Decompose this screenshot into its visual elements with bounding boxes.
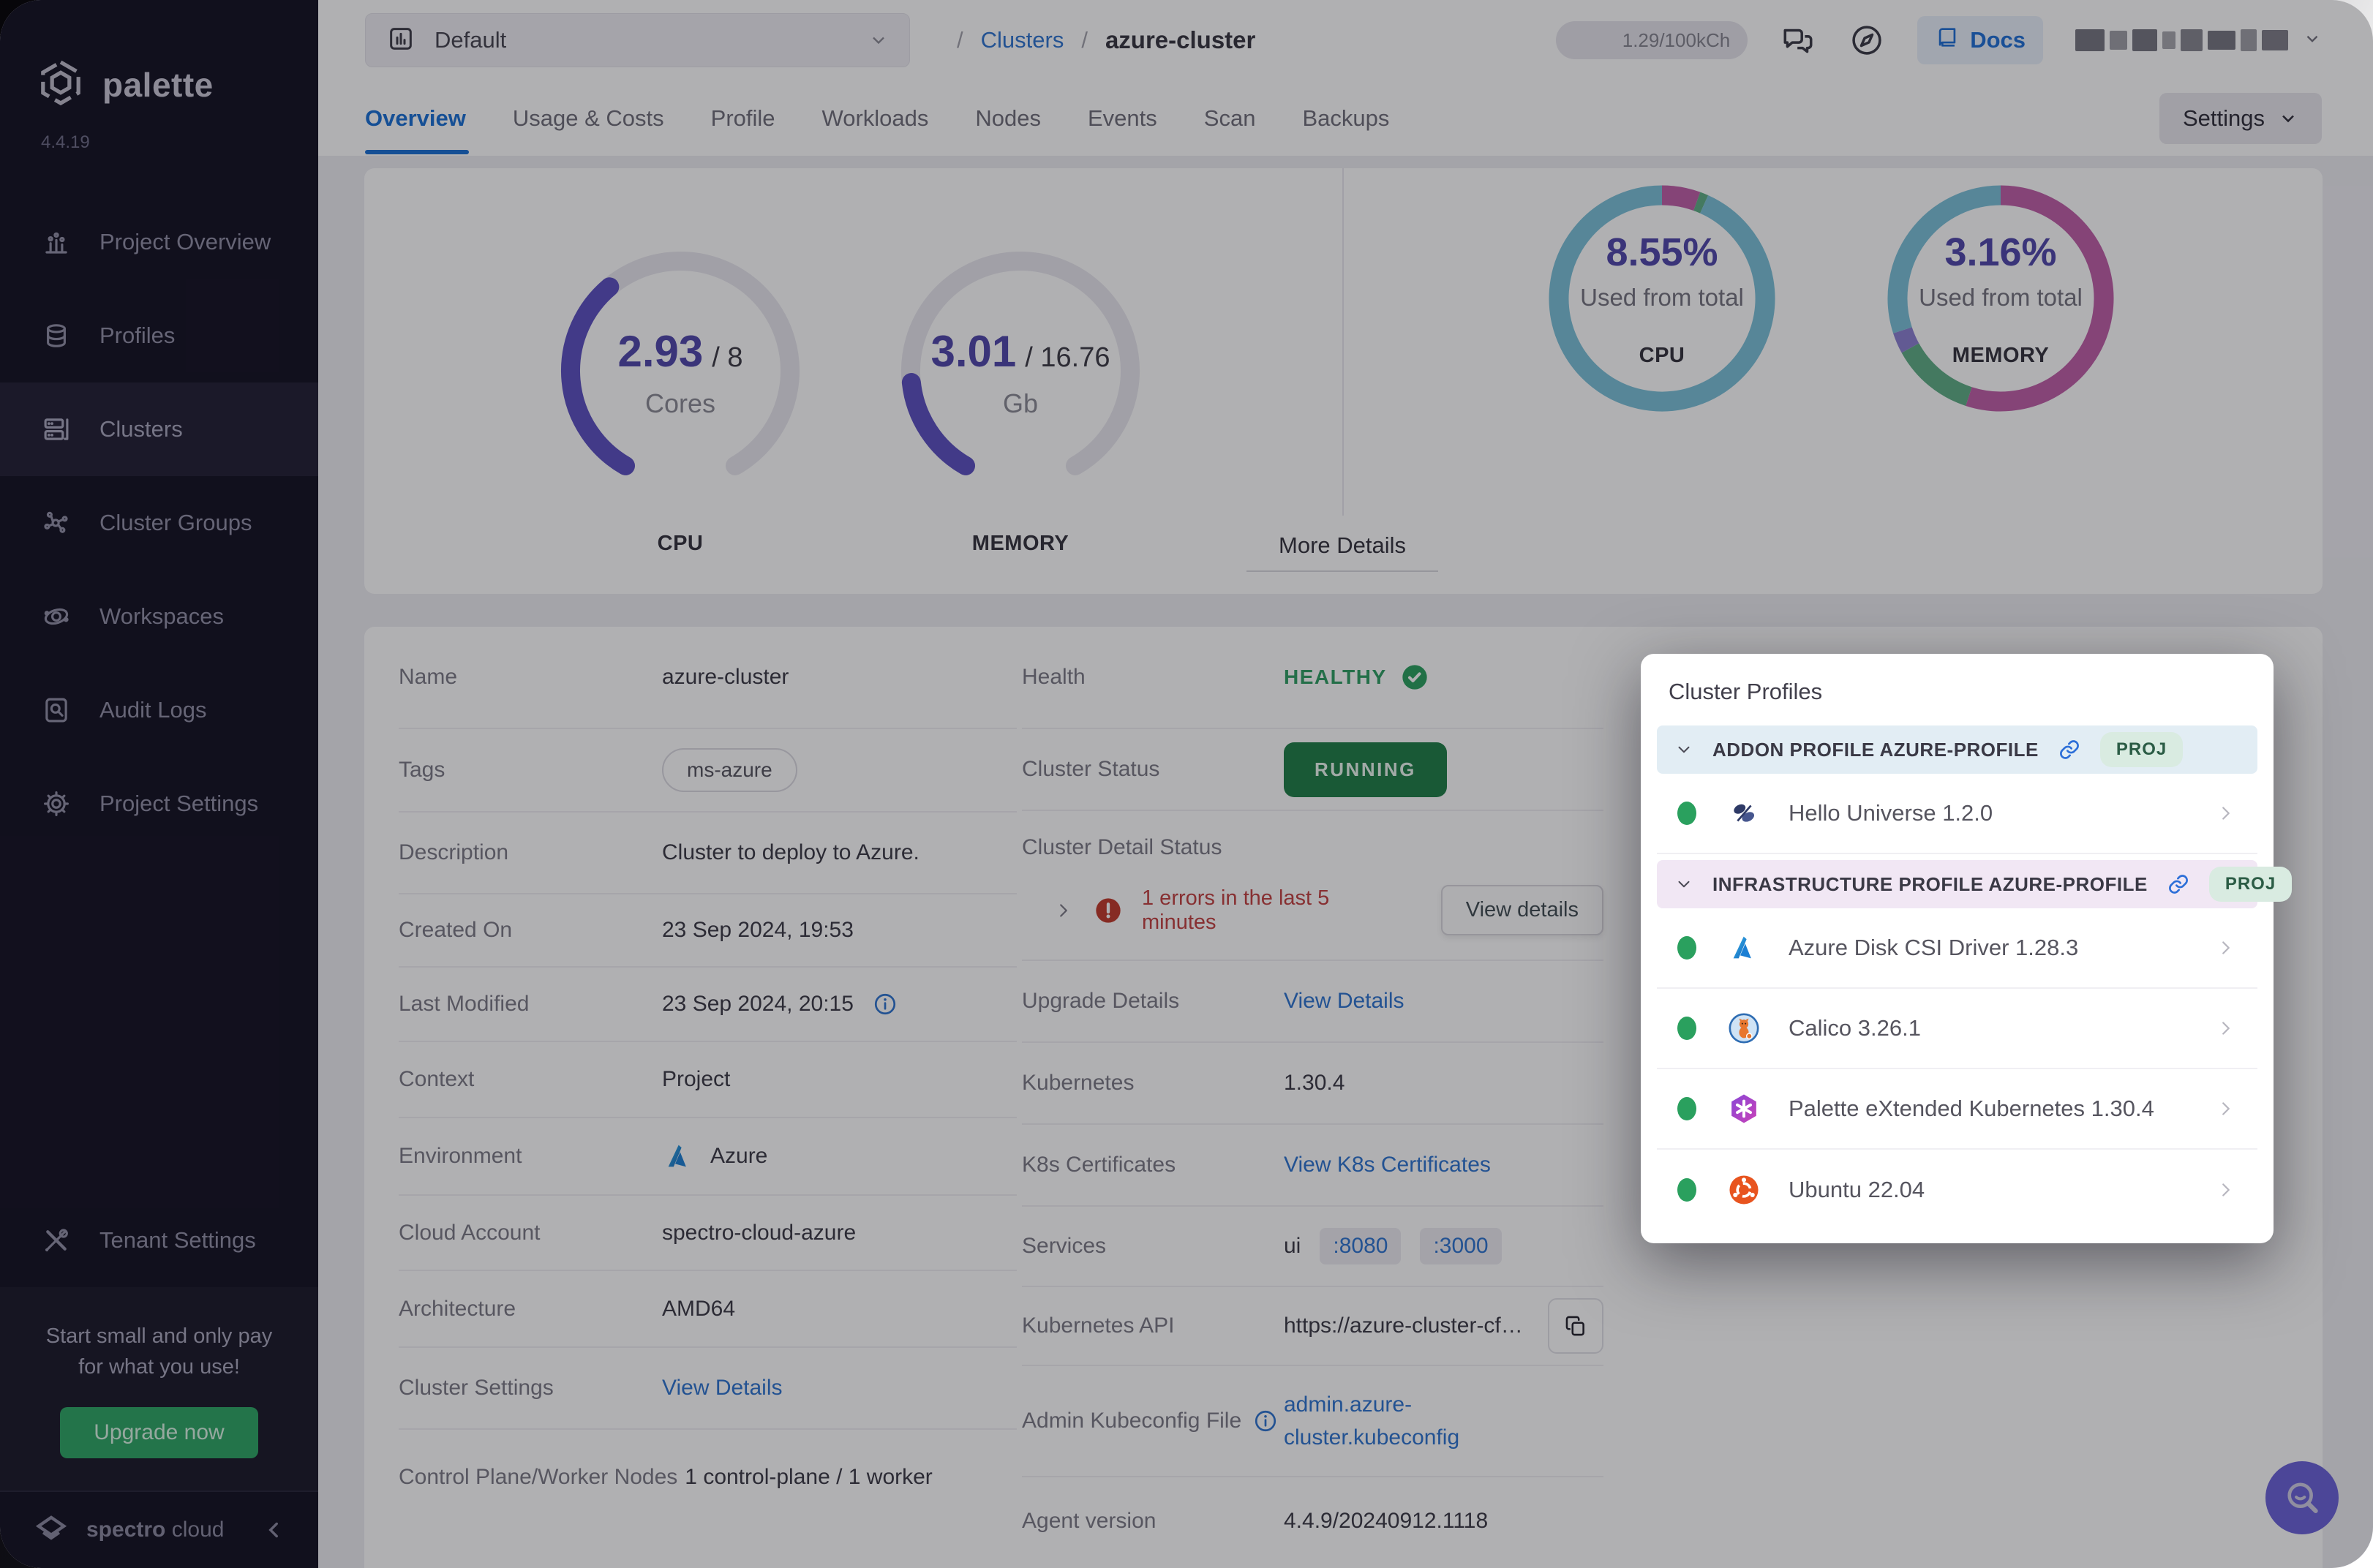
scope-badge: PROJ: [2100, 732, 2183, 767]
status-dot: [1677, 802, 1696, 825]
chevron-down-icon: [1674, 740, 1693, 759]
status-dot: [1677, 1178, 1696, 1202]
link-icon[interactable]: [2058, 738, 2081, 761]
profile-layer-palette-extended-kubernetes-1-30-4[interactable]: Palette eXtended Kubernetes 1.30.4: [1657, 1069, 2257, 1150]
profile-section-title: INFRASTRUCTURE PROFILE AZURE-PROFILE: [1712, 873, 2148, 896]
status-dot: [1677, 936, 1696, 960]
chevron-right-icon: [2215, 1098, 2237, 1120]
chevron-right-icon: [2215, 1179, 2237, 1201]
ubuntu-logo-icon: [1727, 1173, 1761, 1207]
status-dot: [1677, 1097, 1696, 1120]
profile-layer-name: Palette eXtended Kubernetes 1.30.4: [1789, 1096, 2154, 1122]
profile-layer-name: Calico 3.26.1: [1789, 1015, 1921, 1041]
status-dot: [1677, 1017, 1696, 1040]
profile-section-header-infra[interactable]: INFRASTRUCTURE PROFILE AZURE-PROFILE PRO…: [1657, 860, 2257, 908]
app-window: palette 4.4.19 Project OverviewProfilesC…: [0, 0, 2373, 1568]
hello-universe-logo-icon: [1727, 796, 1761, 830]
profile-section-addon: ADDON PROFILE AZURE-PROFILE PROJ Hello U…: [1657, 725, 2257, 854]
profile-section-title: ADDON PROFILE AZURE-PROFILE: [1712, 739, 2039, 761]
profile-layer-name: Hello Universe 1.2.0: [1789, 800, 1993, 826]
calico-logo-icon: [1727, 1011, 1761, 1045]
profile-layer-hello-universe-1-2-0[interactable]: Hello Universe 1.2.0: [1657, 774, 2257, 854]
chevron-right-icon: [2215, 1017, 2237, 1039]
pxk-logo-icon: [1727, 1092, 1761, 1126]
chevron-down-icon: [1674, 875, 1693, 894]
scope-badge: PROJ: [2209, 867, 2292, 902]
panel-title: Cluster Profiles: [1669, 679, 2257, 705]
azure-logo-icon: [1727, 931, 1761, 965]
chevron-right-icon: [2215, 937, 2237, 959]
profile-layer-name: Ubuntu 22.04: [1789, 1177, 1925, 1203]
profile-layer-azure-disk-csi-driver-1-28-3[interactable]: Azure Disk CSI Driver 1.28.3: [1657, 908, 2257, 989]
profile-layer-calico-3-26-1[interactable]: Calico 3.26.1: [1657, 989, 2257, 1069]
chevron-right-icon: [2215, 802, 2237, 824]
profile-layer-name: Azure Disk CSI Driver 1.28.3: [1789, 935, 2078, 961]
profile-section-infra: INFRASTRUCTURE PROFILE AZURE-PROFILE PRO…: [1657, 860, 2257, 1230]
link-icon[interactable]: [2167, 872, 2190, 896]
cluster-profiles-panel: Cluster Profiles ADDON PROFILE AZURE-PRO…: [1641, 654, 2274, 1243]
profile-section-header-addon[interactable]: ADDON PROFILE AZURE-PROFILE PROJ: [1657, 725, 2257, 774]
profile-layer-ubuntu-22-04[interactable]: Ubuntu 22.04: [1657, 1150, 2257, 1230]
